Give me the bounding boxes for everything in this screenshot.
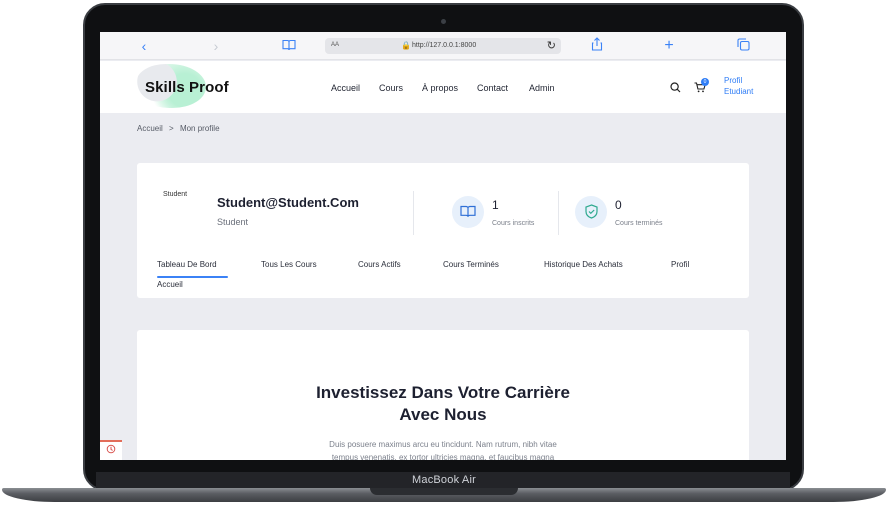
breadcrumb-separator: > bbox=[169, 124, 174, 133]
device-label: MacBook Air bbox=[412, 474, 476, 486]
camera bbox=[441, 19, 446, 24]
nav-admin[interactable]: Admin bbox=[529, 83, 555, 93]
hero-title: Investissez Dans Votre Carrière Avec Nou… bbox=[137, 382, 749, 426]
completed-label: Cours terminés bbox=[615, 220, 663, 227]
user-email: Student@Student.Com bbox=[217, 195, 359, 210]
address-bar[interactable]: AA 🔒 http://127.0.0.1:8000 ↻ bbox=[325, 38, 561, 54]
enrolled-count: 1 bbox=[492, 198, 499, 212]
breadcrumb-current: Mon profile bbox=[179, 124, 220, 133]
enrolled-label: Cours inscrits bbox=[492, 220, 535, 227]
url-text[interactable]: http://127.0.0.1:8000 bbox=[412, 42, 476, 49]
cart-count-badge: 0 bbox=[701, 78, 709, 86]
nav-contact[interactable]: Contact bbox=[477, 83, 508, 93]
back-icon[interactable]: ‹ bbox=[135, 37, 153, 55]
shield-check-icon bbox=[575, 196, 607, 228]
book-icon bbox=[452, 196, 484, 228]
tab-tableau-de-bord[interactable]: Tableau De Bord bbox=[157, 260, 217, 269]
profile-avatar[interactable]: Profil Etudiant bbox=[724, 75, 764, 97]
search-icon[interactable] bbox=[670, 82, 681, 96]
nav-a-propos[interactable]: À propos bbox=[422, 83, 458, 93]
hero-title-line-1: Investissez Dans Votre Carrière bbox=[316, 383, 570, 402]
tab-cours-termines[interactable]: Cours Terminés bbox=[443, 260, 499, 269]
completed-count: 0 bbox=[615, 198, 622, 212]
tabs-icon[interactable] bbox=[734, 37, 752, 55]
divider bbox=[558, 191, 559, 235]
bookmarks-icon[interactable] bbox=[280, 37, 298, 55]
tab-cours-actifs[interactable]: Cours Actifs bbox=[358, 260, 401, 269]
reader-aa-button[interactable]: AA bbox=[331, 42, 339, 48]
hero-text-line-1: Duis posuere maximus arcu eu tincidunt. … bbox=[329, 440, 557, 449]
lock-icon: 🔒 bbox=[401, 41, 411, 50]
breadcrumb-home[interactable]: Accueil bbox=[137, 124, 163, 133]
hero-description: Duis posuere maximus arcu eu tincidunt. … bbox=[293, 438, 593, 460]
divider bbox=[413, 191, 414, 235]
nav-cours[interactable]: Cours bbox=[379, 83, 403, 93]
new-tab-icon[interactable]: + bbox=[660, 37, 678, 55]
tab-profil[interactable]: Profil bbox=[671, 260, 689, 269]
floating-widget-button[interactable] bbox=[100, 440, 122, 460]
breadcrumb: Accueil > Mon profile bbox=[137, 124, 220, 133]
laptop-mockup: ‹ › AA 🔒 http://127.0.0.1:8000 ↻ + Skill… bbox=[0, 0, 888, 512]
hero-section: Investissez Dans Votre Carrière Avec Nou… bbox=[137, 330, 749, 460]
hero-title-line-2: Avec Nous bbox=[399, 405, 487, 424]
hero-text-line-2: tempus venenatis, ex tortor ultricies ma… bbox=[331, 453, 555, 460]
tab-accueil[interactable]: Accueil bbox=[157, 280, 183, 289]
laptop-notch bbox=[370, 488, 518, 495]
tab-historique-des-achats[interactable]: Historique Des Achats bbox=[544, 260, 623, 269]
logo[interactable]: Skills Proof bbox=[145, 79, 229, 96]
browser-toolbar: ‹ › AA 🔒 http://127.0.0.1:8000 ↻ + bbox=[100, 32, 786, 60]
site-header: Skills Proof Accueil Cours À propos Cont… bbox=[100, 61, 786, 113]
forward-icon[interactable]: › bbox=[207, 37, 225, 55]
tab-tous-les-cours[interactable]: Tous Les Cours bbox=[261, 260, 317, 269]
active-tab-indicator bbox=[157, 276, 228, 278]
reload-icon[interactable]: ↻ bbox=[547, 39, 556, 52]
user-role: Student bbox=[217, 217, 249, 227]
nav-accueil[interactable]: Accueil bbox=[331, 83, 360, 93]
share-icon[interactable] bbox=[588, 37, 606, 55]
avatar: Student bbox=[163, 191, 188, 198]
profile-card: Student Student@Student.Com Student 1 Co… bbox=[137, 163, 749, 298]
screen: ‹ › AA 🔒 http://127.0.0.1:8000 ↻ + Skill… bbox=[100, 32, 786, 460]
